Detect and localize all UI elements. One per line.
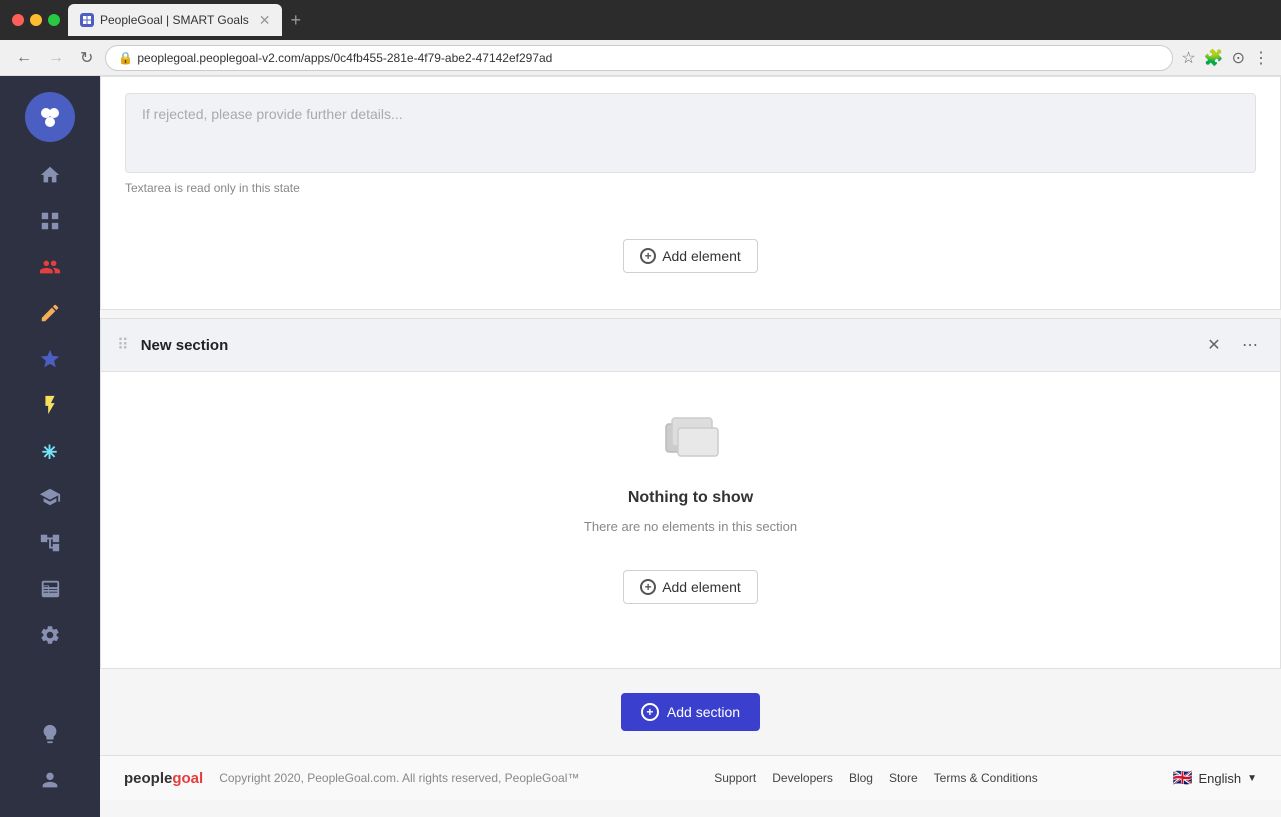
tab-close-icon[interactable]: ✕ [259, 12, 271, 29]
drag-handle-icon[interactable]: ⠿ [117, 335, 129, 355]
section-add-element-area: + Add element [623, 546, 758, 628]
add-element-label: Add element [662, 248, 741, 264]
main-content: If rejected, please provide further deta… [100, 76, 1281, 817]
add-section-button[interactable]: + Add section [621, 693, 760, 731]
sidebar-item-learning[interactable] [0, 476, 100, 518]
chevron-down-icon: ▼ [1247, 773, 1257, 784]
back-button[interactable]: ← [12, 47, 36, 69]
active-tab[interactable]: PeopleGoal | SMART Goals ✕ [68, 4, 282, 36]
sidebar-item-integrations[interactable]: ✳ [0, 430, 100, 472]
tab-bar: PeopleGoal | SMART Goals ✕ + [68, 4, 1269, 36]
forward-button[interactable]: → [44, 47, 68, 69]
nav-actions: ☆ 🧩 ⊙ ⋮ [1181, 48, 1269, 68]
footer: peoplegoal Copyright 2020, PeopleGoal.co… [100, 755, 1281, 800]
section-add-element-button[interactable]: + Add element [623, 570, 758, 604]
add-section-area: + Add section [100, 669, 1281, 755]
empty-state-desc: There are no elements in this section [584, 519, 797, 534]
language-selector[interactable]: 🇬🇧 English ▼ [1173, 768, 1257, 788]
sidebar-item-edit[interactable] [0, 292, 100, 334]
section-header: ⠿ New section ✕ ⋯ [101, 319, 1280, 372]
profile-menu-icon[interactable]: ⊙ [1232, 48, 1245, 68]
footer-link-terms[interactable]: Terms & Conditions [934, 771, 1038, 785]
empty-state: Nothing to show There are no elements in… [584, 412, 797, 628]
nav-bar: ← → ↻ 🔒 peoplegoal.peoplegoal-v2.com/app… [0, 40, 1281, 76]
extensions-icon[interactable]: 🧩 [1204, 48, 1224, 68]
top-add-element-area: + Add element [101, 211, 1280, 309]
footer-link-blog[interactable]: Blog [849, 771, 873, 785]
tab-title: PeopleGoal | SMART Goals [100, 13, 249, 27]
sidebar-item-table[interactable] [0, 568, 100, 610]
section-title: New section [141, 337, 1192, 354]
reload-button[interactable]: ↻ [76, 46, 97, 70]
add-section-plus-icon: + [641, 703, 659, 721]
footer-links: Support Developers Blog Store Terms & Co… [714, 771, 1038, 785]
sidebar-item-pulse[interactable] [0, 384, 100, 426]
section-plus-icon: + [640, 579, 656, 595]
language-label: English [1198, 771, 1241, 786]
footer-link-store[interactable]: Store [889, 771, 918, 785]
footer-logo-text: peoplegoal [124, 770, 203, 787]
bookmark-icon[interactable]: ☆ [1181, 48, 1195, 68]
top-add-element-button[interactable]: + Add element [623, 239, 758, 273]
top-section: If rejected, please provide further deta… [100, 76, 1281, 310]
footer-copyright: Copyright 2020, PeopleGoal.com. All righ… [219, 771, 579, 785]
sidebar-item-org[interactable] [0, 522, 100, 564]
sidebar-bottom [0, 713, 100, 817]
rejection-textarea: If rejected, please provide further deta… [125, 93, 1256, 173]
footer-link-developers[interactable]: Developers [772, 771, 833, 785]
footer-left: peoplegoal Copyright 2020, PeopleGoal.co… [124, 770, 579, 787]
empty-state-icon [658, 412, 722, 473]
address-bar[interactable]: 🔒 peoplegoal.peoplegoal-v2.com/apps/0c4f… [105, 45, 1173, 71]
close-button[interactable] [12, 14, 24, 26]
sidebar-item-settings[interactable] [0, 614, 100, 656]
menu-icon[interactable]: ⋮ [1253, 48, 1269, 68]
section-body: Nothing to show There are no elements in… [101, 372, 1280, 668]
add-section-label: Add section [667, 704, 740, 720]
top-section-body: If rejected, please provide further deta… [101, 77, 1280, 211]
app-wrapper: ✳ [0, 76, 1281, 817]
empty-state-title: Nothing to show [628, 489, 753, 507]
traffic-lights [12, 14, 60, 26]
sidebar-item-home[interactable] [0, 154, 100, 196]
sidebar-item-dashboard[interactable] [0, 200, 100, 242]
app-logo[interactable] [25, 92, 75, 142]
new-section-card: ⠿ New section ✕ ⋯ [100, 318, 1281, 669]
section-more-button[interactable]: ⋯ [1236, 331, 1264, 359]
security-icon: 🔒 [118, 51, 133, 65]
section-close-button[interactable]: ✕ [1200, 331, 1228, 359]
sidebar-item-goals[interactable] [0, 338, 100, 380]
svg-text:✳: ✳ [42, 441, 57, 462]
tab-favicon [80, 13, 94, 27]
footer-logo: peoplegoal [124, 770, 203, 787]
new-tab-button[interactable]: + [290, 10, 301, 31]
sidebar-item-profile[interactable] [0, 759, 100, 801]
browser-chrome: PeopleGoal | SMART Goals ✕ + [0, 0, 1281, 40]
textarea-note: Textarea is read only in this state [125, 181, 1256, 195]
sidebar-item-tips[interactable] [0, 713, 100, 755]
footer-link-support[interactable]: Support [714, 771, 756, 785]
section-add-element-label: Add element [662, 579, 741, 595]
sidebar: ✳ [0, 76, 100, 817]
maximize-button[interactable] [48, 14, 60, 26]
url-text: peoplegoal.peoplegoal-v2.com/apps/0c4fb4… [137, 51, 552, 65]
plus-circle-icon: + [640, 248, 656, 264]
sidebar-item-people[interactable] [0, 246, 100, 288]
minimize-button[interactable] [30, 14, 42, 26]
sidebar-nav: ✳ [0, 154, 100, 656]
section-actions: ✕ ⋯ [1200, 331, 1264, 359]
flag-icon: 🇬🇧 [1173, 768, 1193, 788]
